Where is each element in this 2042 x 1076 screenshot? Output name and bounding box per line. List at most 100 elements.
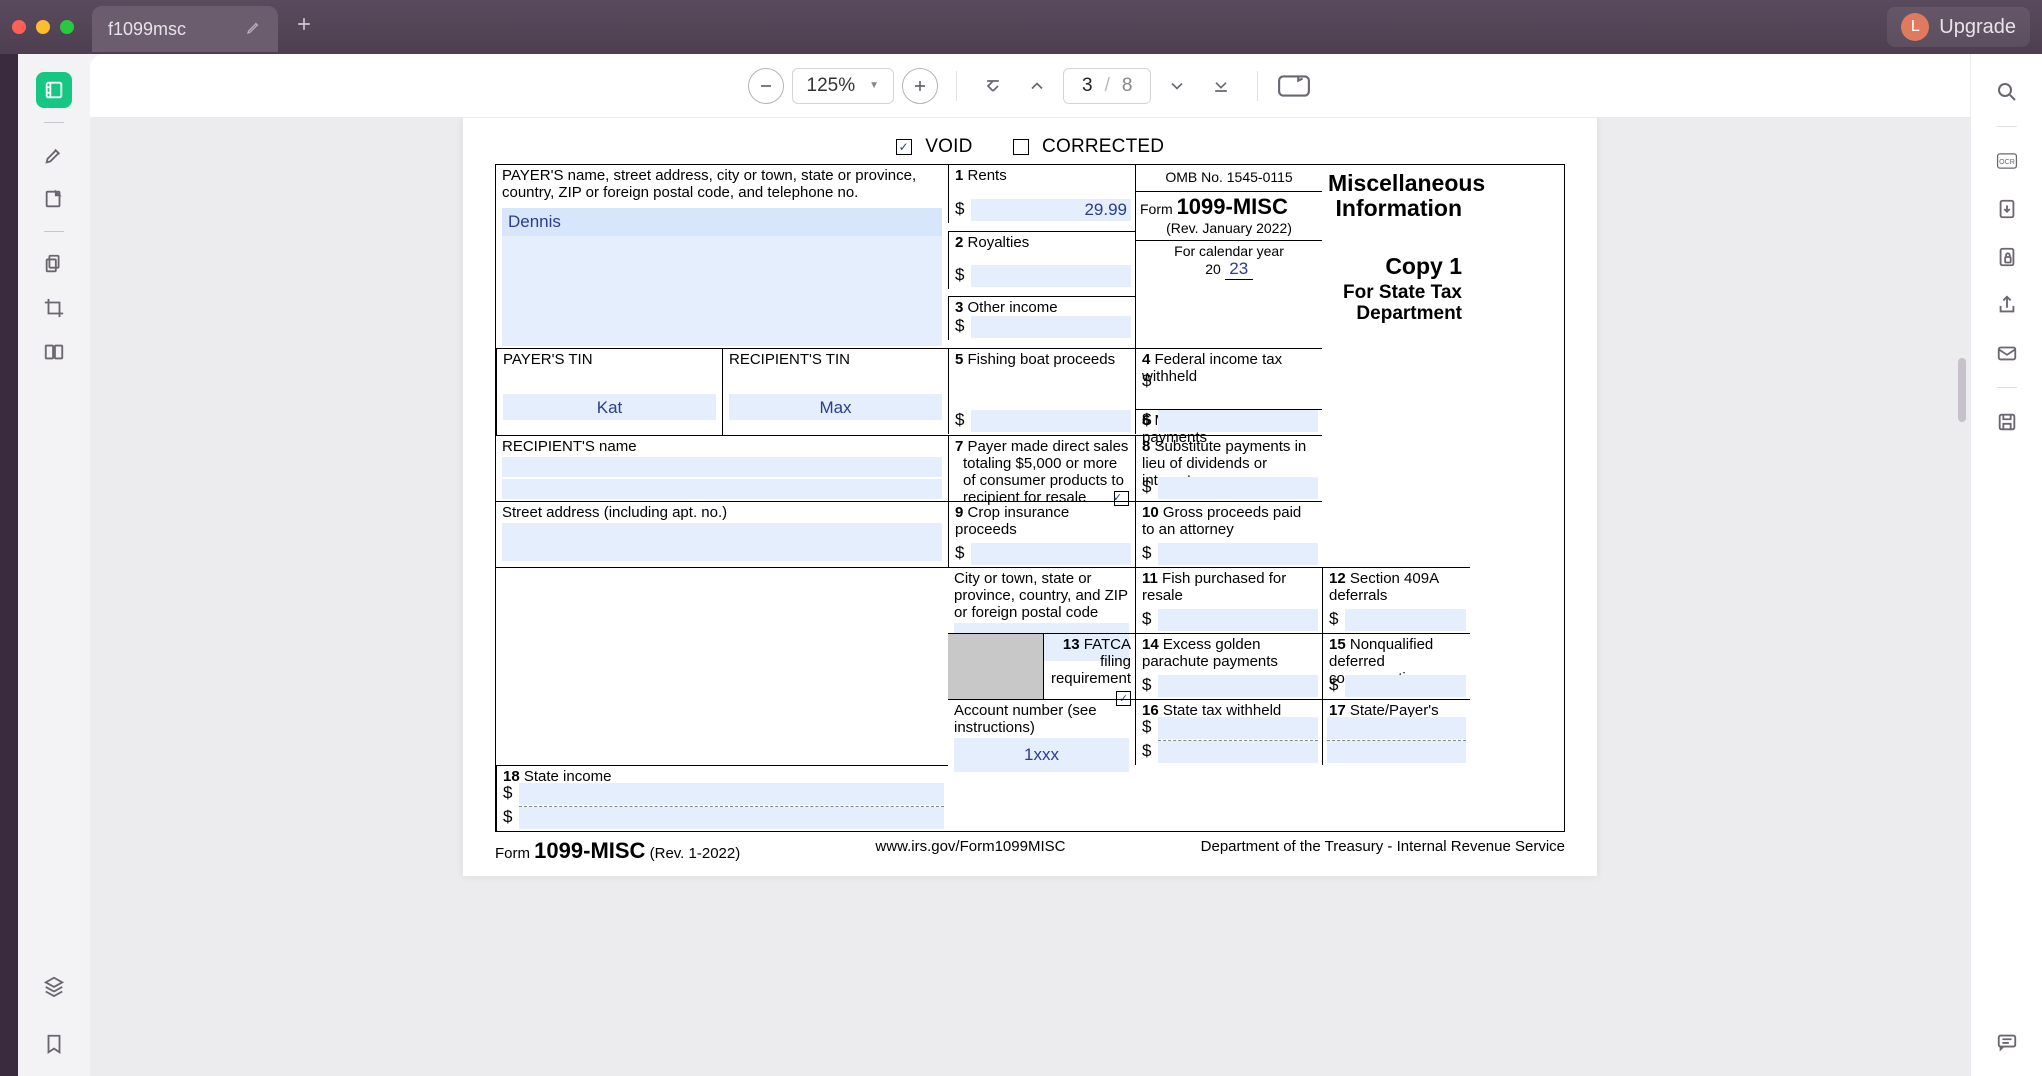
avatar: L	[1901, 13, 1929, 41]
corrected-label: CORRECTED	[1042, 136, 1164, 157]
box11-label: Fish purchased for resale	[1142, 570, 1286, 604]
void-label: VOID	[925, 136, 972, 157]
comments-button[interactable]	[1987, 1022, 2027, 1062]
layers-button[interactable]	[36, 968, 72, 1004]
presentation-mode-button[interactable]	[1276, 68, 1312, 104]
crop-tool-button[interactable]	[36, 290, 72, 326]
omb-number: OMB No. 1545-0115	[1140, 169, 1318, 185]
convert-button[interactable]	[1987, 189, 2027, 229]
recipient-name-label: RECIPIENT'S name	[502, 438, 942, 455]
city-label: City or town, state or province, country…	[954, 570, 1129, 622]
form-footer: Form 1099-MISC (Rev. 1-2022) www.irs.gov…	[495, 838, 1565, 864]
minimize-window-button[interactable]	[36, 20, 50, 34]
box2-royalties-field[interactable]	[971, 265, 1131, 287]
box2-label: Royalties	[968, 234, 1030, 251]
recipient-tin-field[interactable]: Max	[729, 394, 942, 420]
void-corrected-row: ✓ VOID CORRECTED	[495, 136, 1565, 158]
destination-label: For State TaxDepartment	[1328, 279, 1464, 325]
box18-field-2[interactable]	[519, 807, 944, 829]
upgrade-label: Upgrade	[1939, 16, 2016, 39]
titlebar: f1099msc L Upgrade	[0, 0, 2042, 54]
close-window-button[interactable]	[12, 20, 26, 34]
box1-rents-field[interactable]: 29.99	[971, 199, 1131, 221]
payer-address-field[interactable]	[502, 236, 942, 346]
pdf-page: ✓ VOID CORRECTED PAYER'S name, street ad…	[463, 118, 1597, 876]
copy-label: Copy 1	[1328, 250, 1464, 279]
lock-document-button[interactable]	[1987, 237, 2027, 277]
box11-field[interactable]	[1158, 609, 1318, 631]
box15-field[interactable]	[1345, 675, 1466, 697]
prev-page-button[interactable]	[1019, 68, 1055, 104]
app-shell: 125% ▼ 3 / 8 ✓ V	[18, 54, 2042, 1076]
upgrade-button[interactable]: L Upgrade	[1887, 7, 2030, 47]
zoom-out-button[interactable]	[748, 68, 784, 104]
box14-label: Excess golden parachute payments	[1142, 636, 1278, 670]
page-indicator[interactable]: 3 / 8	[1063, 68, 1151, 104]
box17-field-2[interactable]	[1327, 741, 1466, 763]
form-grid: PAYER'S name, street address, city or to…	[495, 164, 1565, 832]
box10-field[interactable]	[1158, 543, 1318, 565]
compare-button[interactable]	[36, 334, 72, 370]
next-page-button[interactable]	[1159, 68, 1195, 104]
chevron-down-icon: ▼	[869, 80, 879, 91]
right-sidebar: OCR	[1970, 54, 2042, 1076]
payer-name-field[interactable]: Dennis	[502, 208, 942, 236]
zoom-select[interactable]: 125% ▼	[792, 68, 895, 104]
thumbnails-panel-button[interactable]	[36, 72, 72, 108]
calendar-year-label: For calendar year	[1140, 243, 1318, 259]
viewer-toolbar: 125% ▼ 3 / 8	[90, 54, 1970, 118]
new-tab-button[interactable]	[294, 14, 314, 40]
box14-field[interactable]	[1158, 675, 1318, 697]
email-button[interactable]	[1987, 333, 2027, 373]
box5-label: Fishing boat proceeds	[968, 351, 1116, 368]
recipient-name-field-2[interactable]	[502, 479, 942, 499]
zoom-in-button[interactable]	[902, 68, 938, 104]
box17-field-1[interactable]	[1327, 717, 1466, 739]
total-pages: 8	[1122, 75, 1133, 97]
payer-header-label: PAYER'S name, street address, city or to…	[502, 167, 942, 202]
box16-field-2[interactable]	[1158, 741, 1318, 763]
annotate-tool-button[interactable]	[36, 181, 72, 217]
page-separator: /	[1105, 75, 1110, 97]
box12-field[interactable]	[1345, 609, 1466, 631]
box3-other-income-field[interactable]	[971, 316, 1131, 338]
box5-field[interactable]	[971, 410, 1131, 432]
tab-title: f1099msc	[108, 19, 186, 40]
box3-label: Other income	[968, 299, 1058, 316]
window-controls	[12, 20, 74, 34]
gray-block	[948, 634, 1043, 699]
payer-tin-field[interactable]: Kat	[503, 394, 716, 420]
corrected-checkbox[interactable]	[1013, 139, 1029, 155]
box8-field[interactable]	[1158, 477, 1318, 499]
pencil-icon[interactable]	[246, 19, 262, 40]
box1-label: Rents	[968, 167, 1007, 184]
document-viewport[interactable]: ✓ VOID CORRECTED PAYER'S name, street ad…	[90, 118, 1970, 1076]
box18-field-1[interactable]	[519, 783, 944, 805]
highlighter-tool-button[interactable]	[36, 137, 72, 173]
recipient-name-field-1[interactable]	[502, 457, 942, 477]
footer-form-name: 1099-MISC	[534, 838, 645, 863]
svg-text:OCR: OCR	[1999, 159, 2015, 166]
bookmark-button[interactable]	[36, 1026, 72, 1062]
first-page-button[interactable]	[975, 68, 1011, 104]
void-checkbox[interactable]: ✓	[896, 139, 912, 155]
share-button[interactable]	[1987, 285, 2027, 325]
left-sidebar	[18, 54, 90, 1076]
vertical-scrollbar-thumb[interactable]	[1958, 358, 1966, 422]
ocr-button[interactable]: OCR	[1987, 141, 2027, 181]
street-address-field[interactable]	[502, 523, 942, 561]
copy-page-button[interactable]	[36, 246, 72, 282]
calendar-year-field[interactable]: 23	[1225, 259, 1253, 280]
box6-field[interactable]	[1158, 410, 1318, 432]
search-button[interactable]	[1987, 72, 2027, 112]
box9-field[interactable]	[971, 543, 1131, 565]
form-title: MiscellaneousInformation	[1328, 167, 1464, 222]
save-button[interactable]	[1987, 402, 2027, 442]
document-tab[interactable]: f1099msc	[92, 6, 278, 52]
account-number-field[interactable]: 1xxx	[954, 738, 1129, 772]
account-label: Account number (see instructions)	[954, 702, 1129, 737]
last-page-button[interactable]	[1203, 68, 1239, 104]
maximize-window-button[interactable]	[60, 20, 74, 34]
footer-url: www.irs.gov/Form1099MISC	[875, 838, 1065, 864]
box16-field-1[interactable]	[1158, 717, 1318, 739]
